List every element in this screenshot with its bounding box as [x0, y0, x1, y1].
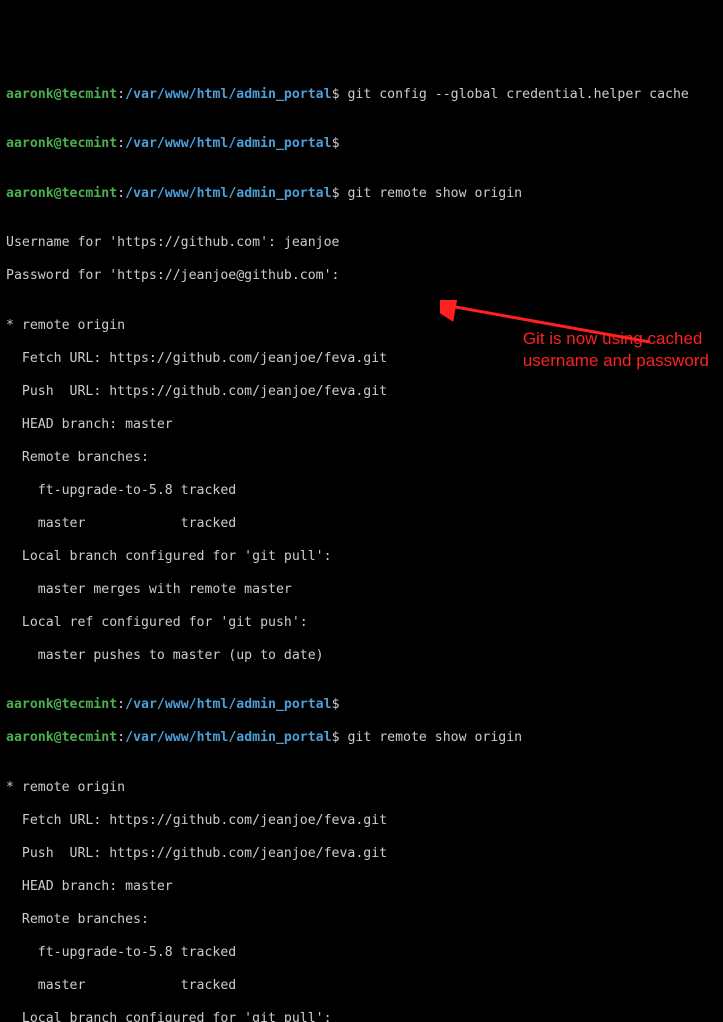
prompt-path: /var/www/html/admin_portal — [125, 87, 331, 102]
remote-head-1: HEAD branch: master — [6, 417, 717, 434]
remote-branches-label-1: Remote branches: — [6, 450, 717, 467]
remote-branch-ft-1: ft-upgrade-to-5.8 tracked — [6, 483, 717, 500]
remote-header-1: * remote origin — [6, 318, 717, 335]
remote-pull-1: master merges with remote master — [6, 582, 717, 599]
remote-fetch-1: Fetch URL: https://github.com/jeanjoe/fe… — [6, 351, 717, 368]
remote-head-2: HEAD branch: master — [6, 879, 717, 896]
remote-push-1: Push URL: https://github.com/jeanjoe/fev… — [6, 384, 717, 401]
remote-fetch-2: Fetch URL: https://github.com/jeanjoe/fe… — [6, 813, 717, 830]
remote-branch-ft-2: ft-upgrade-to-5.8 tracked — [6, 945, 717, 962]
prompt-host: tecmint — [62, 87, 118, 102]
cmd-show-origin-2[interactable]: git remote show origin — [347, 730, 522, 745]
remote-branch-master-1: master tracked — [6, 516, 717, 533]
prompt-line-3: aaronk@tecmint:/var/www/html/admin_porta… — [6, 186, 717, 203]
remote-branches-label-2: Remote branches: — [6, 912, 717, 929]
remote-pull-label-1: Local branch configured for 'git pull': — [6, 549, 717, 566]
prompt-line-1: aaronk@tecmint:/var/www/html/admin_porta… — [6, 87, 717, 104]
cmd-git-config[interactable]: git config --global credential.helper ca… — [347, 87, 688, 102]
remote-push-stat-1: master pushes to master (up to date) — [6, 648, 717, 665]
remote-branch-master-2: master tracked — [6, 978, 717, 995]
cmd-show-origin-1[interactable]: git remote show origin — [347, 186, 522, 201]
remote-header-2: * remote origin — [6, 780, 717, 797]
remote-pull-label-2: Local branch configured for 'git pull': — [6, 1011, 717, 1022]
remote-push-label-1: Local ref configured for 'git push': — [6, 615, 717, 632]
prompt-user: aaronk — [6, 87, 54, 102]
auth-password-line: Password for 'https://jeanjoe@github.com… — [6, 268, 717, 285]
prompt-line-2: aaronk@tecmint:/var/www/html/admin_porta… — [6, 136, 717, 153]
prompt-line-4: aaronk@tecmint:/var/www/html/admin_porta… — [6, 697, 717, 714]
auth-username-line: Username for 'https://github.com': jeanj… — [6, 235, 717, 252]
remote-push-2: Push URL: https://github.com/jeanjoe/fev… — [6, 846, 717, 863]
prompt-line-5: aaronk@tecmint:/var/www/html/admin_porta… — [6, 730, 717, 747]
